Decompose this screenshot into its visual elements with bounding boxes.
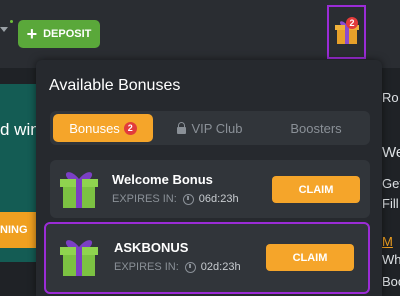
panel-title: Available Bonuses	[49, 77, 181, 94]
lock-icon	[177, 121, 187, 134]
claim-button[interactable]: CLAIM	[266, 244, 354, 271]
right-text-4: Fill	[382, 196, 399, 211]
claim-button[interactable]: CLAIM	[272, 176, 360, 203]
tab-boosters-label: Boosters	[290, 120, 342, 136]
chevron-down-icon[interactable]	[0, 27, 8, 32]
tab-bonuses-count: 2	[123, 121, 137, 135]
right-link[interactable]: M	[382, 234, 393, 249]
notification-badge: 2	[346, 17, 358, 29]
right-text-2: We	[382, 144, 400, 161]
bonus-name: ASKBONUS	[114, 240, 189, 255]
deposit-button[interactable]: + DEPOSIT	[18, 20, 100, 48]
bonus-name: Welcome Bonus	[112, 172, 213, 187]
gift-icon	[60, 172, 98, 208]
plus-icon: +	[26, 24, 38, 44]
right-text-6: Boo	[382, 274, 400, 289]
expires-time: 02d:23h	[200, 261, 241, 273]
tab-vip-club-label: VIP Club	[191, 120, 243, 136]
tab-bonuses-label: Bonuses	[69, 120, 120, 136]
expires-time: 06d:23h	[198, 193, 239, 205]
expires-label: EXPIRES IN:	[114, 261, 179, 273]
tab-bonuses[interactable]: Bonuses 2	[53, 114, 153, 142]
clock-icon	[182, 193, 194, 205]
status-dot	[10, 20, 13, 23]
expires-label: EXPIRES IN:	[112, 193, 177, 205]
clock-icon	[184, 261, 196, 273]
bonus-expiry: EXPIRES IN: 02d:23h	[114, 261, 241, 273]
promo-button[interactable]: NING	[0, 212, 36, 248]
right-text-3: Get	[382, 176, 400, 191]
bonus-expiry: EXPIRES IN: 06d:23h	[112, 193, 239, 205]
tab-vip-club[interactable]: VIP Club	[160, 114, 260, 142]
top-bar: + DEPOSIT 2	[0, 0, 400, 68]
promo-text: d win	[0, 120, 40, 139]
bonus-tabs: Bonuses 2 VIP Club Boosters	[50, 111, 370, 145]
bonus-card-highlighted: ASKBONUS EXPIRES IN: 02d:23h CLAIM	[44, 222, 370, 294]
bonuses-dropdown-panel: Available Bonuses Bonuses 2 VIP Club Boo…	[36, 60, 382, 296]
tab-boosters[interactable]: Boosters	[266, 114, 366, 142]
promo-button-label: NING	[0, 224, 28, 236]
bonus-card: Welcome Bonus EXPIRES IN: 06d:23h CLAIM	[50, 160, 370, 218]
gift-icon	[60, 240, 98, 276]
bonuses-gift-button[interactable]: 2	[327, 5, 366, 59]
right-text-1: Ro	[382, 90, 399, 105]
deposit-label: DEPOSIT	[43, 28, 92, 40]
right-text-5: Wh	[382, 252, 400, 267]
background-left: d win NING	[0, 68, 40, 296]
